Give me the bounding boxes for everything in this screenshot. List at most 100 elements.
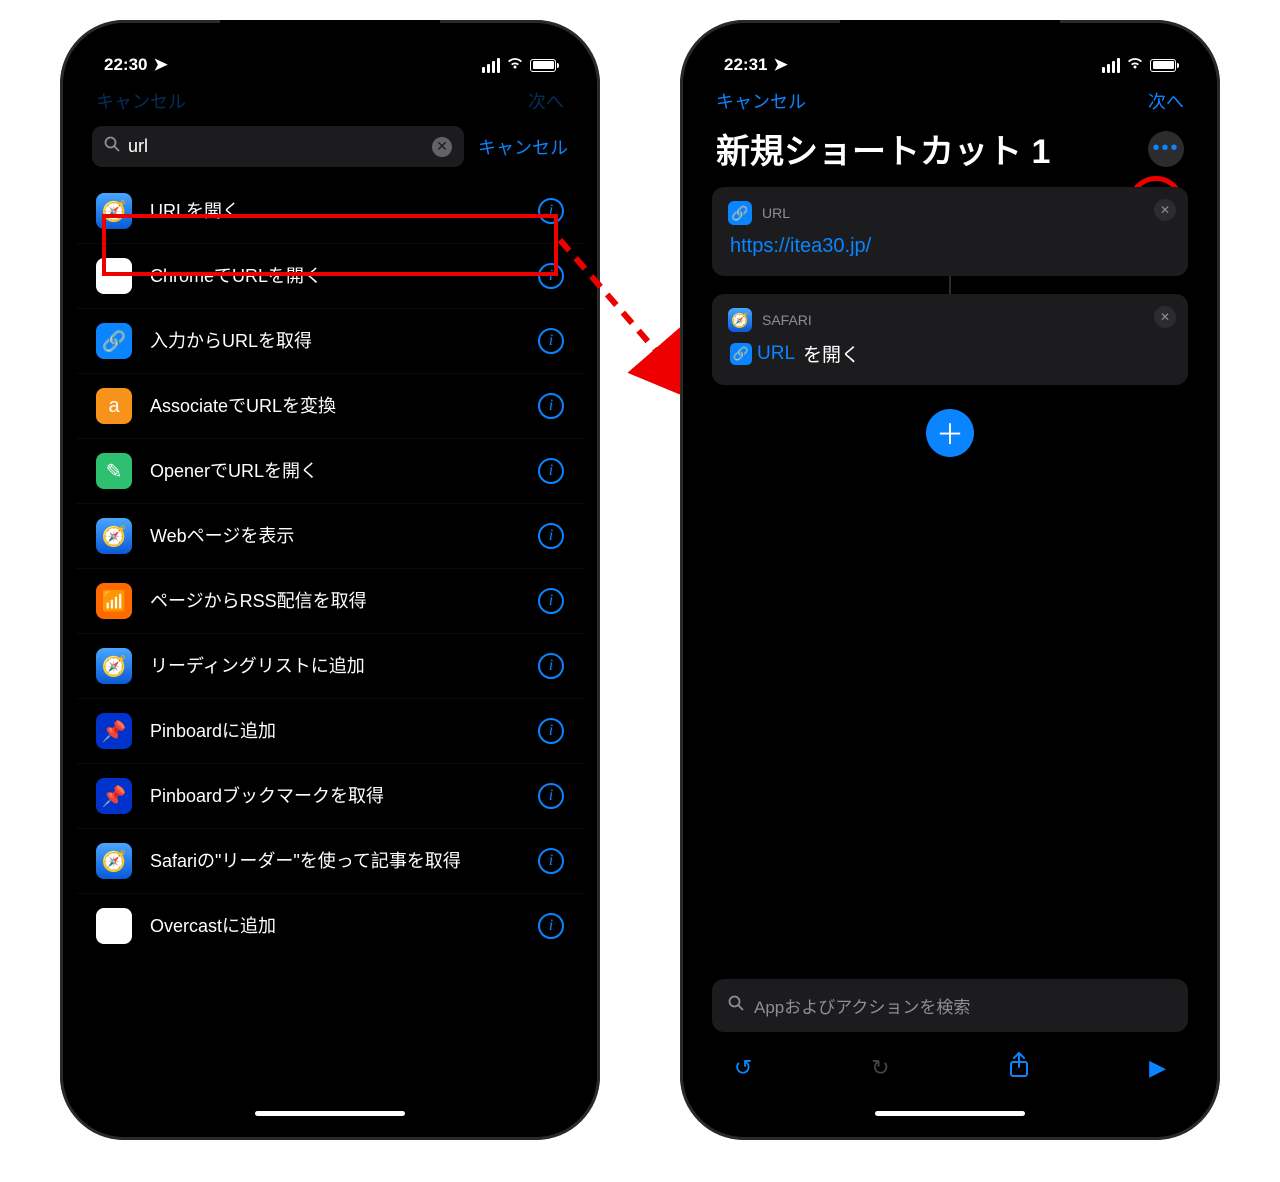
app-icon: 🔗 [96, 323, 132, 359]
info-icon[interactable]: i [538, 263, 564, 289]
action-label: Webページを表示 [150, 525, 520, 548]
action-search-field[interactable]: Appおよびアクションを検索 [712, 979, 1188, 1032]
page-title: 新規ショートカット 1 [716, 124, 1140, 173]
info-icon[interactable]: i [538, 653, 564, 679]
card-connector [696, 276, 1204, 294]
add-action-button[interactable]: ＋ [926, 409, 974, 457]
nav-next[interactable]: 次へ [1148, 88, 1184, 114]
nav-cancel-dim: キャンセル [96, 88, 186, 114]
action-row[interactable]: 🧭 リーディングリストに追加 i [76, 634, 584, 699]
search-row: ✕ キャンセル [76, 118, 584, 179]
app-icon: 📌 [96, 713, 132, 749]
close-icon[interactable]: ✕ [1154, 306, 1176, 328]
action-label: Pinboardブックマークを取得 [150, 785, 520, 808]
search-input[interactable] [128, 136, 424, 157]
search-field[interactable]: ✕ [92, 126, 464, 167]
url-value[interactable]: https://itea30.jp/ [728, 225, 1172, 262]
wifi-icon [1126, 55, 1144, 75]
action-row[interactable]: 🧭 Webページを表示 i [76, 504, 584, 569]
info-icon[interactable]: i [538, 913, 564, 939]
info-icon[interactable]: i [538, 588, 564, 614]
status-time: 22:31 [724, 55, 767, 75]
url-card[interactable]: ✕ 🔗 URL https://itea30.jp/ [712, 187, 1188, 276]
redo-icon: ↻ [871, 1055, 889, 1081]
search-placeholder: Appおよびアクションを検索 [754, 993, 970, 1018]
phone-right: 22:31 ➤ キャンセル 次へ 新規ショートカット 1 ••• ✕ 🔗 [680, 20, 1220, 1140]
share-icon[interactable] [1008, 1052, 1030, 1084]
link-icon: 🔗 [728, 201, 752, 225]
action-label: Overcastに追加 [150, 915, 520, 938]
app-icon: ◐ [96, 258, 132, 294]
action-row[interactable]: 🔗 入力からURLを取得 i [76, 309, 584, 374]
search-cancel[interactable]: キャンセル [478, 134, 568, 160]
action-row[interactable]: a AssociateでURLを変換 i [76, 374, 584, 439]
notch [840, 20, 1060, 50]
action-row[interactable]: 🧭 URLを開く i [76, 179, 584, 244]
app-icon: 🧭 [96, 193, 132, 229]
info-icon[interactable]: i [538, 523, 564, 549]
more-button[interactable]: ••• [1148, 131, 1184, 167]
undo-icon[interactable]: ↺ [734, 1055, 752, 1081]
signal-icon [482, 58, 500, 73]
action-label: URLを開く [150, 200, 520, 223]
info-icon[interactable]: i [538, 458, 564, 484]
safari-icon: 🧭 [728, 308, 752, 332]
action-list: 🧭 URLを開く i ◐ ChromeでURLを開く i 🔗 入力からURLを取得 i a Asso… [76, 179, 584, 978]
pill-text: URL [757, 343, 795, 365]
action-label: AssociateでURLを変換 [150, 395, 520, 418]
title-row: 新規ショートカット 1 ••• [696, 118, 1204, 187]
action-label: ChromeでURLを開く [150, 265, 520, 288]
location-icon: ➤ [153, 55, 167, 75]
link-icon: 🔗 [730, 343, 752, 365]
app-icon: 🧭 [96, 843, 132, 879]
battery-icon [1150, 59, 1176, 72]
phone-left: 22:30 ➤ キャンセル 次へ ✕ キャンセル [60, 20, 600, 1140]
nav-row: キャンセル 次へ [696, 80, 1204, 118]
home-indicator[interactable] [875, 1111, 1025, 1116]
toolbar: ↺ ↻ ▶ [712, 1032, 1188, 1084]
app-icon: a [96, 388, 132, 424]
action-label: Safariの"リーダー"を使って記事を取得 [150, 850, 520, 873]
action-label: リーディングリストに追加 [150, 655, 520, 678]
action-row[interactable]: 📌 Pinboardブックマークを取得 i [76, 764, 584, 829]
action-row[interactable]: ✎ OpenerでURLを開く i [76, 439, 584, 504]
nav-next-dim: 次へ [528, 88, 564, 114]
app-icon: 🧭 [96, 518, 132, 554]
info-icon[interactable]: i [538, 198, 564, 224]
info-icon[interactable]: i [538, 328, 564, 354]
signal-icon [1102, 58, 1120, 73]
nav-cancel[interactable]: キャンセル [716, 88, 806, 114]
info-icon[interactable]: i [538, 393, 564, 419]
action-row[interactable]: 🧭 Safariの"リーダー"を使って記事を取得 i [76, 829, 584, 894]
info-icon[interactable]: i [538, 783, 564, 809]
action-row[interactable]: ◎Overcastに追加i [76, 894, 584, 958]
clear-icon[interactable]: ✕ [432, 137, 452, 157]
action-row[interactable]: ◐ ChromeでURLを開く i [76, 244, 584, 309]
home-indicator[interactable] [255, 1111, 405, 1116]
screen-right: 22:31 ➤ キャンセル 次へ 新規ショートカット 1 ••• ✕ 🔗 [696, 36, 1204, 1124]
action-row[interactable]: 📌 Pinboardに追加 i [76, 699, 584, 764]
safari-card[interactable]: ✕ 🧭 SAFARI 🔗 URL を開く [712, 294, 1188, 385]
action-row[interactable]: 📶ページからRSS配信を取得i [76, 569, 584, 634]
info-icon[interactable]: i [538, 718, 564, 744]
action-label: ページからRSS配信を取得 [150, 590, 520, 613]
search-icon [104, 136, 120, 157]
app-icon: 📌 [96, 778, 132, 814]
app-icon: ✎ [96, 453, 132, 489]
info-icon[interactable]: i [538, 848, 564, 874]
wifi-icon [506, 55, 524, 75]
status-time: 22:30 [104, 55, 147, 75]
close-icon[interactable]: ✕ [1154, 199, 1176, 221]
safari-card-label: SAFARI [762, 312, 812, 328]
action-label: OpenerでURLを開く [150, 460, 520, 483]
play-icon[interactable]: ▶ [1149, 1055, 1166, 1081]
url-card-label: URL [762, 205, 790, 221]
url-variable-pill[interactable]: 🔗 URL [730, 343, 795, 365]
action-label: Pinboardに追加 [150, 720, 520, 743]
app-icon: 🧭 [96, 648, 132, 684]
search-icon [728, 995, 744, 1016]
action-label: 入力からURLを取得 [150, 330, 520, 353]
screen-left: 22:30 ➤ キャンセル 次へ ✕ キャンセル [76, 36, 584, 1124]
notch [220, 20, 440, 50]
location-icon: ➤ [773, 55, 787, 75]
